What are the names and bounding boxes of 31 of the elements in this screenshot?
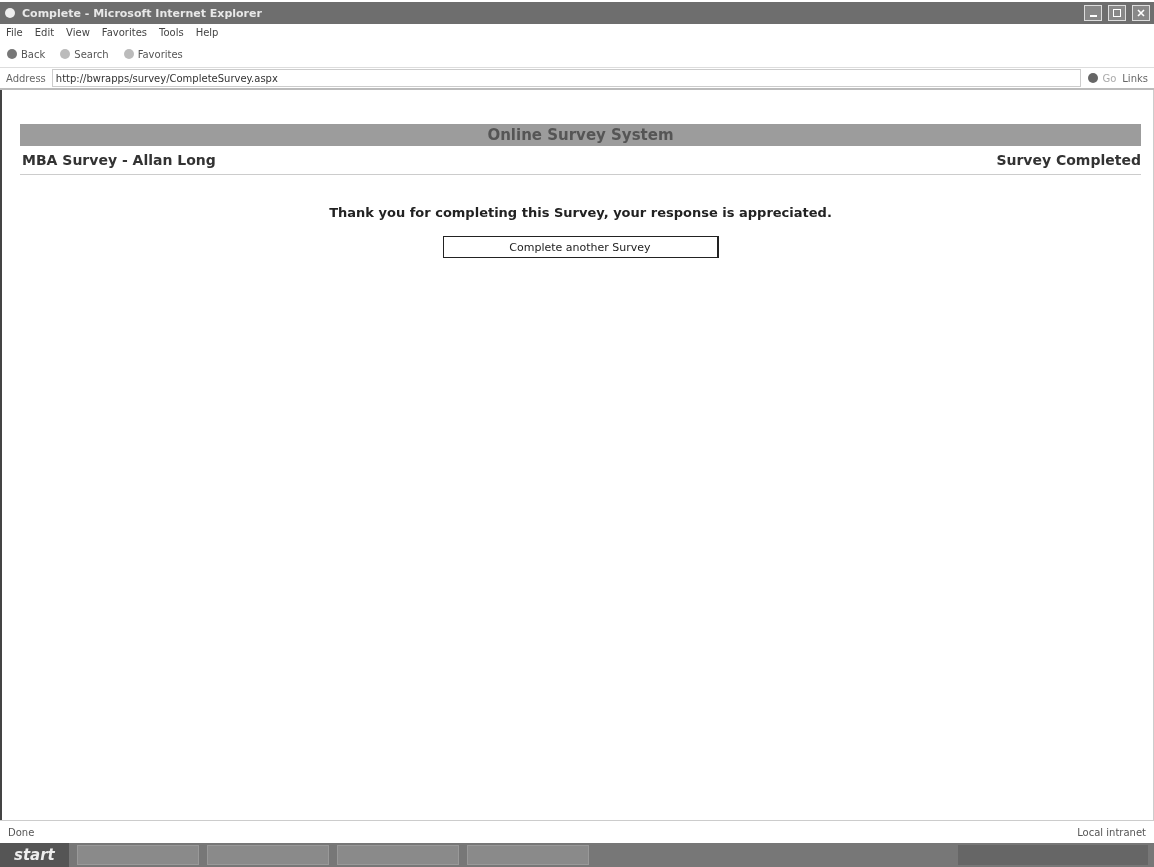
minimize-icon (1089, 15, 1097, 17)
menu-item[interactable]: View (66, 27, 90, 38)
menu-item[interactable]: Help (195, 27, 219, 38)
search-button[interactable]: Search (59, 48, 109, 60)
close-button[interactable] (1132, 5, 1150, 21)
menu-item[interactable]: File (6, 27, 23, 38)
complete-another-button[interactable]: Complete another Survey (442, 236, 719, 258)
menu-item[interactable]: Edit (34, 27, 55, 38)
minimize-button[interactable] (1084, 5, 1102, 21)
taskbar-button[interactable] (336, 845, 459, 865)
page-header: Online Survey System (20, 124, 1141, 146)
zone-label: Local intranet (1077, 826, 1146, 838)
taskbar-button[interactable] (206, 845, 329, 865)
address-label: Address (6, 72, 46, 84)
taskbar-button[interactable] (76, 845, 199, 865)
maximize-icon (1112, 8, 1122, 18)
links-label[interactable]: Links (1122, 72, 1148, 84)
menu-item[interactable]: Favorites (101, 27, 147, 38)
favorites-button[interactable]: Favorites (122, 48, 183, 60)
thank-you-message: Thank you for completing this Survey, your response is appreciated. (328, 205, 833, 220)
survey-title: MBA Survey - Allan Long (22, 152, 216, 168)
maximize-button[interactable] (1108, 5, 1126, 21)
address-field[interactable]: http://bwrapps/survey/CompleteSurvey.aspx (51, 69, 1082, 87)
back-button[interactable]: Back (6, 48, 46, 60)
survey-status: Survey Completed (996, 152, 1141, 168)
start-button[interactable]: start (0, 843, 69, 867)
close-icon (1136, 8, 1146, 18)
window-title: Complete - Microsoft Internet Explorer (22, 6, 263, 20)
status-text: Done (8, 826, 35, 838)
taskbar-button[interactable] (466, 845, 589, 865)
menu-item[interactable]: Tools (159, 27, 184, 38)
